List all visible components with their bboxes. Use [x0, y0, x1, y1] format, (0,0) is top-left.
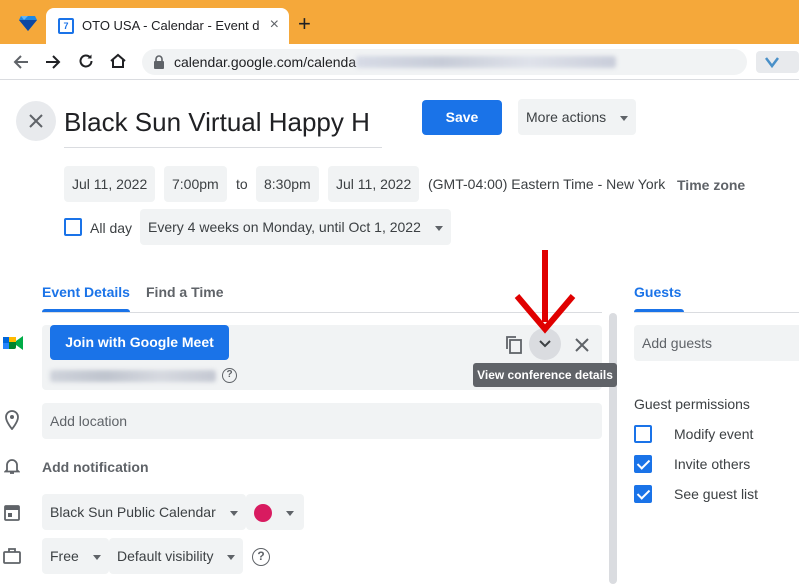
- calendar-icon: [4, 505, 20, 521]
- location-input[interactable]: Add location: [42, 403, 602, 439]
- chevron-down-icon: [539, 340, 551, 348]
- start-date-button[interactable]: Jul 11, 2022: [64, 166, 156, 202]
- guest-permissions-heading: Guest permissions: [634, 396, 750, 412]
- see-guest-list-label: See guest list: [674, 486, 759, 502]
- event-title: Black Sun Virtual Happy H: [64, 107, 370, 137]
- url-text: calendar.google.com/calenda: [174, 54, 357, 70]
- forward-arrow-icon[interactable]: [44, 53, 62, 71]
- to-label: to: [236, 176, 248, 192]
- event-title-input[interactable]: Black Sun Virtual Happy H: [64, 100, 382, 148]
- guests-divider: [634, 312, 799, 313]
- tab-title: OTO USA - Calendar - Event details: [82, 18, 260, 33]
- save-button[interactable]: Save: [422, 100, 502, 135]
- end-time: 8:30pm: [264, 176, 311, 192]
- google-meet-icon: [3, 336, 23, 350]
- tab-find-a-time[interactable]: Find a Time: [146, 284, 224, 300]
- details-scrollbar[interactable]: [609, 313, 617, 584]
- more-actions-label: More actions: [526, 109, 607, 125]
- tab-guests[interactable]: Guests: [634, 284, 681, 300]
- close-event-button[interactable]: [16, 101, 56, 141]
- modify-event-checkbox[interactable]: [634, 425, 652, 443]
- url-redacted-segment: [356, 56, 616, 68]
- availability-value: Free: [50, 548, 79, 564]
- add-guests-input[interactable]: Add guests: [634, 325, 799, 361]
- reload-icon[interactable]: [77, 52, 95, 70]
- see-guest-list-checkbox[interactable]: [634, 485, 652, 503]
- add-guests-placeholder: Add guests: [642, 335, 713, 351]
- location-pin-icon: [5, 410, 19, 430]
- new-tab-button[interactable]: +: [298, 13, 311, 35]
- calendar-name: Black Sun Public Calendar: [50, 504, 216, 520]
- event-color-swatch: [254, 504, 272, 523]
- browser-profile-icon[interactable]: [18, 14, 38, 32]
- briefcase-icon: [3, 548, 21, 564]
- red-annotation-arrow-icon: [514, 250, 576, 334]
- visibility-dropdown[interactable]: Default visibility: [109, 538, 244, 574]
- more-actions-dropdown[interactable]: More actions: [518, 99, 637, 135]
- end-date: Jul 11, 2022: [336, 176, 412, 192]
- timezone-value: (GMT-04:00) Eastern Time - New York: [428, 176, 666, 192]
- calendar-select-dropdown[interactable]: Black Sun Public Calendar: [42, 494, 246, 530]
- close-icon: [29, 114, 43, 128]
- lock-icon[interactable]: [153, 55, 165, 69]
- tooltip-view-conference-details: View conference details: [473, 363, 617, 387]
- timezone-button[interactable]: Time zone: [677, 177, 745, 193]
- end-date-button[interactable]: Jul 11, 2022: [328, 166, 420, 202]
- start-time-button[interactable]: 7:00pm: [164, 166, 227, 202]
- visibility-value: Default visibility: [117, 548, 214, 564]
- recurrence-dropdown[interactable]: Every 4 weeks on Monday, until Oct 1, 20…: [140, 209, 451, 245]
- extension-icon[interactable]: [764, 54, 780, 70]
- browser-tab-calendar[interactable]: 7 OTO USA - Calendar - Event details ×: [46, 8, 289, 44]
- event-color-dropdown[interactable]: [246, 494, 304, 530]
- invite-others-checkbox[interactable]: [634, 455, 652, 473]
- address-bar[interactable]: calendar.google.com/calenda: [142, 49, 747, 75]
- modify-event-label: Modify event: [674, 426, 754, 442]
- start-date: Jul 11, 2022: [72, 176, 148, 192]
- copy-icon[interactable]: [505, 335, 523, 355]
- all-day-label: All day: [90, 220, 133, 236]
- remove-conference-close-icon[interactable]: [575, 338, 589, 352]
- google-calendar-favicon-icon: 7: [58, 18, 74, 34]
- join-google-meet-button[interactable]: Join with Google Meet: [50, 325, 229, 360]
- tab-event-details[interactable]: Event Details: [42, 284, 130, 300]
- visibility-help-icon[interactable]: ?: [252, 548, 270, 566]
- all-day-checkbox[interactable]: [64, 218, 82, 236]
- recurrence-label: Every 4 weeks on Monday, until Oct 1, 20…: [148, 219, 421, 235]
- location-placeholder: Add location: [50, 413, 128, 429]
- meet-help-icon[interactable]: ?: [222, 368, 237, 383]
- back-arrow-icon[interactable]: [12, 53, 30, 71]
- availability-dropdown[interactable]: Free: [42, 538, 109, 574]
- add-notification-button[interactable]: Add notification: [42, 459, 149, 475]
- invite-others-label: Invite others: [674, 456, 751, 472]
- bell-icon: [4, 459, 20, 474]
- tab-close-icon[interactable]: ×: [270, 16, 279, 34]
- end-time-button[interactable]: 8:30pm: [256, 166, 319, 202]
- start-time: 7:00pm: [172, 176, 219, 192]
- browser-tab-strip: 7 OTO USA - Calendar - Event details × +: [0, 0, 799, 44]
- meet-link-redacted[interactable]: [50, 370, 216, 382]
- home-icon[interactable]: [109, 52, 127, 70]
